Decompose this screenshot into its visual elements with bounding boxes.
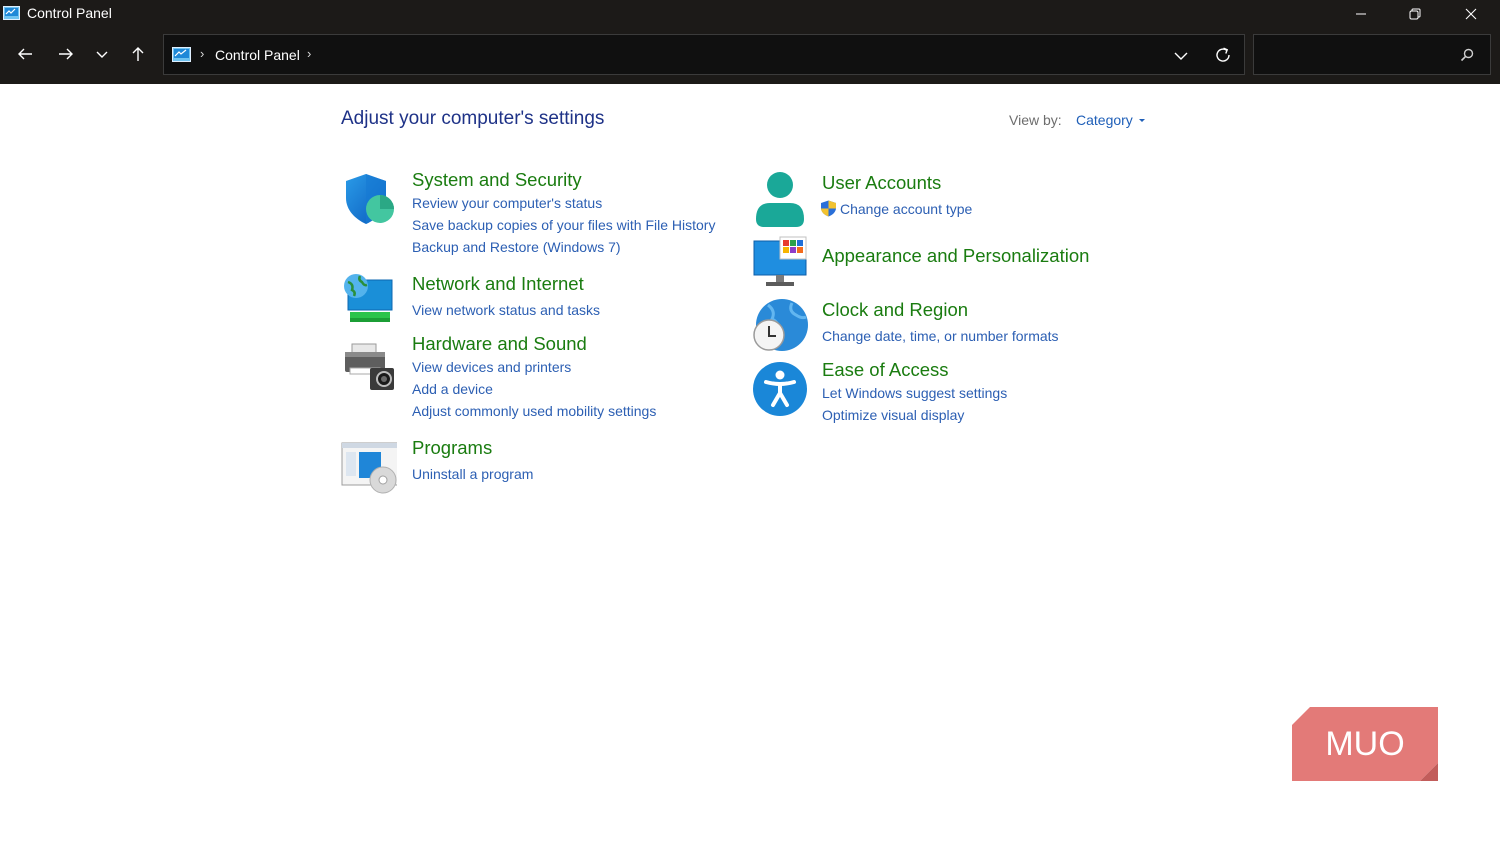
clock-globe-icon[interactable] xyxy=(752,297,808,353)
breadcrumb-separator[interactable]: › xyxy=(307,46,311,61)
muo-watermark-logo: MUO xyxy=(1292,707,1438,781)
view-by-label: View by: xyxy=(1009,112,1062,128)
page-title: Adjust your computer's settings xyxy=(341,108,605,129)
watermark-text: MUO xyxy=(1325,725,1404,763)
breadcrumb-control-panel[interactable]: Control Panel xyxy=(215,47,300,63)
category-hardware-and-sound[interactable]: Hardware and Sound xyxy=(412,333,587,355)
accessibility-icon[interactable] xyxy=(752,361,808,417)
chevron-down-icon[interactable] xyxy=(1172,47,1190,65)
network-globe-icon[interactable] xyxy=(342,272,398,328)
shield-icon[interactable] xyxy=(342,172,398,228)
arrow-left-icon xyxy=(18,48,32,60)
control-panel-icon xyxy=(172,47,191,62)
uac-shield-icon xyxy=(821,200,836,217)
search-box[interactable] xyxy=(1253,34,1491,75)
link-view-network-status[interactable]: View network status and tasks xyxy=(412,302,600,318)
link-change-account-type[interactable]: Change account type xyxy=(840,201,972,217)
category-ease-of-access[interactable]: Ease of Access xyxy=(822,359,948,381)
minimize-button[interactable] xyxy=(1338,0,1384,27)
address-bar[interactable]: › Control Panel › xyxy=(163,34,1245,75)
forward-button[interactable] xyxy=(53,41,79,67)
close-button[interactable] xyxy=(1448,0,1494,27)
link-let-windows-suggest-settings[interactable]: Let Windows suggest settings xyxy=(822,385,1007,401)
link-view-devices-and-printers[interactable]: View devices and printers xyxy=(412,359,571,375)
link-add-a-device[interactable]: Add a device xyxy=(412,381,493,397)
minimize-icon xyxy=(1356,13,1366,14)
search-input[interactable] xyxy=(1260,43,1450,65)
link-backup-and-restore[interactable]: Backup and Restore (Windows 7) xyxy=(412,239,621,255)
monitor-palette-icon[interactable] xyxy=(752,235,808,291)
link-optimize-visual-display[interactable]: Optimize visual display xyxy=(822,407,964,423)
caret-down-icon[interactable] xyxy=(1139,119,1145,122)
back-button[interactable] xyxy=(12,41,38,67)
arrow-right-icon xyxy=(59,48,73,60)
navigation-bar: › Control Panel › xyxy=(0,27,1500,84)
programs-disc-icon[interactable] xyxy=(341,440,397,496)
restore-button[interactable] xyxy=(1392,0,1438,27)
up-button[interactable] xyxy=(125,41,151,67)
chevron-down-icon xyxy=(96,51,108,58)
recent-locations-button[interactable] xyxy=(89,41,115,67)
category-system-and-security[interactable]: System and Security xyxy=(412,169,582,191)
arrow-up-icon xyxy=(132,47,144,61)
search-icon[interactable] xyxy=(1460,48,1474,62)
close-icon xyxy=(1465,8,1477,19)
refresh-icon[interactable] xyxy=(1213,45,1233,65)
link-uninstall-a-program[interactable]: Uninstall a program xyxy=(412,466,533,482)
restore-icon xyxy=(1409,8,1421,19)
link-review-computer-status[interactable]: Review your computer's status xyxy=(412,195,602,211)
control-panel-icon xyxy=(3,6,20,20)
category-network-and-internet[interactable]: Network and Internet xyxy=(412,273,584,295)
category-programs[interactable]: Programs xyxy=(412,437,492,459)
link-file-history-backup[interactable]: Save backup copies of your files with Fi… xyxy=(412,217,715,233)
category-clock-and-region[interactable]: Clock and Region xyxy=(822,299,968,321)
link-change-date-time-formats[interactable]: Change date, time, or number formats xyxy=(822,328,1059,344)
view-by-dropdown[interactable]: Category xyxy=(1076,112,1133,128)
breadcrumb-separator: › xyxy=(200,46,205,61)
title-bar: Control Panel xyxy=(0,0,1500,27)
window-title: Control Panel xyxy=(27,5,112,21)
printer-camera-icon[interactable] xyxy=(342,340,398,396)
category-appearance-and-personalization[interactable]: Appearance and Personalization xyxy=(822,245,1089,267)
category-user-accounts[interactable]: User Accounts xyxy=(822,172,941,194)
link-mobility-settings[interactable]: Adjust commonly used mobility settings xyxy=(412,403,656,419)
user-icon[interactable] xyxy=(752,171,808,227)
